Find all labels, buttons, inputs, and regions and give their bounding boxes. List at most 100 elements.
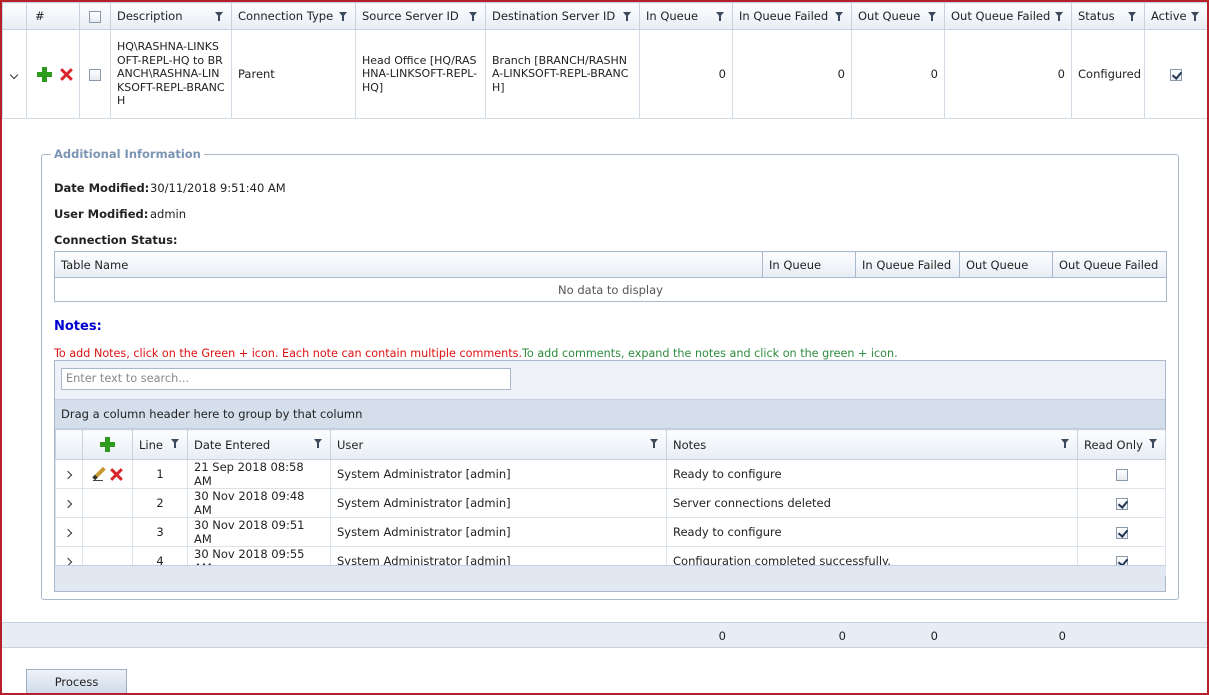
cs-col-in-queue[interactable]: In Queue bbox=[762, 251, 856, 278]
filter-icon[interactable] bbox=[314, 439, 322, 448]
col-source-server[interactable]: Source Server ID bbox=[355, 2, 486, 30]
active-checkbox[interactable] bbox=[1170, 68, 1182, 81]
col-out-queue-failed-label: Out Queue Failed bbox=[951, 9, 1051, 23]
col-description[interactable]: Description bbox=[110, 2, 232, 30]
row-select-cell bbox=[79, 29, 111, 119]
cell-line: 2 bbox=[132, 488, 188, 518]
add-note-icon[interactable] bbox=[100, 437, 115, 452]
table-row[interactable]: 1 21 Sep 2018 08:58 AM System Administra… bbox=[55, 459, 1166, 489]
row-actions bbox=[82, 488, 133, 518]
group-panel[interactable]: Drag a column header here to group by th… bbox=[55, 399, 1165, 429]
cs-col-out-queue-failed[interactable]: Out Queue Failed bbox=[1052, 251, 1167, 278]
read-only-checkbox[interactable] bbox=[1115, 497, 1128, 510]
read-only-checkbox[interactable] bbox=[1115, 526, 1128, 539]
filter-icon[interactable] bbox=[469, 12, 477, 21]
row-select-checkbox[interactable] bbox=[89, 68, 101, 81]
col-status[interactable]: Status bbox=[1071, 2, 1145, 30]
col-read-only[interactable]: Read Only bbox=[1077, 429, 1166, 460]
process-button[interactable]: Process bbox=[26, 669, 127, 693]
cs-col-table-name[interactable]: Table Name bbox=[54, 251, 763, 278]
cell-active bbox=[1144, 29, 1207, 119]
filter-icon[interactable] bbox=[1055, 12, 1063, 21]
filter-icon[interactable] bbox=[1149, 439, 1157, 448]
table-row[interactable]: 3 30 Nov 2018 09:51 AM System Administra… bbox=[55, 517, 1166, 547]
col-in-queue-failed[interactable]: In Queue Failed bbox=[732, 2, 852, 30]
cell-line: 3 bbox=[132, 517, 188, 547]
date-modified-value: 30/11/2018 9:51:40 AM bbox=[150, 181, 286, 195]
notes-add-header bbox=[82, 429, 133, 460]
filter-icon[interactable] bbox=[171, 439, 179, 448]
filter-icon[interactable] bbox=[623, 12, 631, 21]
row-actions bbox=[82, 459, 133, 489]
add-icon[interactable] bbox=[37, 66, 52, 82]
edit-icon[interactable] bbox=[92, 467, 107, 482]
search-input[interactable]: Enter text to search... bbox=[61, 368, 511, 390]
filter-icon[interactable] bbox=[1191, 12, 1199, 21]
date-modified-label: Date Modified: bbox=[54, 181, 150, 195]
expand-chevron-icon[interactable] bbox=[63, 528, 73, 538]
filter-icon[interactable] bbox=[1128, 12, 1136, 21]
col-user[interactable]: User bbox=[330, 429, 667, 460]
col-active-label: Active bbox=[1151, 9, 1187, 23]
row-expander[interactable] bbox=[55, 517, 83, 547]
cell-status: Configured bbox=[1071, 29, 1145, 119]
cell-read-only bbox=[1077, 459, 1166, 489]
cell-out-queue: 0 bbox=[851, 29, 945, 119]
col-out-queue[interactable]: Out Queue bbox=[851, 2, 945, 30]
filter-icon[interactable] bbox=[716, 12, 724, 21]
cell-source-server: Head Office [HQ/RASHNA-LINKSOFT-REPL-HQ] bbox=[355, 29, 486, 119]
notes-expand-header bbox=[55, 429, 83, 460]
select-all-header bbox=[79, 2, 111, 30]
user-modified-label: User Modified: bbox=[54, 207, 149, 221]
cell-user: System Administrator [admin] bbox=[330, 459, 667, 489]
select-all-checkbox[interactable] bbox=[89, 10, 101, 23]
cell-in-queue: 0 bbox=[639, 29, 733, 119]
col-out-queue-failed[interactable]: Out Queue Failed bbox=[944, 2, 1072, 30]
col-destination-server[interactable]: Destination Server ID bbox=[485, 2, 640, 30]
filter-icon[interactable] bbox=[215, 12, 223, 21]
expand-chevron-icon[interactable] bbox=[63, 470, 73, 480]
collapse-chevron-icon[interactable] bbox=[9, 70, 19, 80]
filter-icon[interactable] bbox=[835, 12, 843, 21]
table-row[interactable]: HQ\RASHNA-LINKSOFT-REPL-HQ to BRANCH\RAS… bbox=[2, 29, 1207, 119]
cell-line: 1 bbox=[132, 459, 188, 489]
cell-read-only bbox=[1077, 488, 1166, 518]
read-only-checkbox[interactable] bbox=[1115, 468, 1128, 481]
col-connection-type[interactable]: Connection Type bbox=[231, 2, 356, 30]
row-expander[interactable] bbox=[2, 29, 27, 119]
cs-col-out-queue[interactable]: Out Queue bbox=[959, 251, 1053, 278]
row-actions bbox=[26, 29, 80, 119]
col-line[interactable]: Line bbox=[132, 429, 188, 460]
expand-chevron-icon[interactable] bbox=[63, 499, 73, 509]
col-user-label: User bbox=[337, 437, 364, 452]
delete-icon[interactable] bbox=[110, 468, 123, 481]
row-expander[interactable] bbox=[55, 459, 83, 489]
row-actions bbox=[82, 517, 133, 547]
delete-icon[interactable] bbox=[60, 68, 73, 81]
cell-user: System Administrator [admin] bbox=[330, 517, 667, 547]
cell-date-entered: 21 Sep 2018 08:58 AM bbox=[187, 459, 331, 489]
cell-out-queue-failed: 0 bbox=[944, 29, 1072, 119]
col-active[interactable]: Active bbox=[1144, 2, 1207, 30]
connection-status-label: Connection Status: bbox=[54, 233, 178, 247]
filter-icon[interactable] bbox=[928, 12, 936, 21]
col-in-queue[interactable]: In Queue bbox=[639, 2, 733, 30]
table-row[interactable]: 2 30 Nov 2018 09:48 AM System Administra… bbox=[55, 488, 1166, 518]
connection-status-table: Table Name In Queue In Queue Failed Out … bbox=[54, 251, 1167, 302]
notes-hint-red: To add Notes, click on the Green + icon.… bbox=[54, 347, 522, 360]
cell-destination-server: Branch [BRANCH/RASHNA-LINKSOFT-REPL-BRAN… bbox=[485, 29, 640, 119]
notes-search-bar: Enter text to search... bbox=[55, 361, 1165, 399]
cell-note: Ready to configure bbox=[666, 517, 1078, 547]
cell-date-entered: 30 Nov 2018 09:48 AM bbox=[187, 488, 331, 518]
filter-icon[interactable] bbox=[1061, 439, 1069, 448]
filter-icon[interactable] bbox=[339, 12, 347, 21]
col-notes[interactable]: Notes bbox=[666, 429, 1078, 460]
cell-date-entered: 30 Nov 2018 09:51 AM bbox=[187, 517, 331, 547]
col-date-entered[interactable]: Date Entered bbox=[187, 429, 331, 460]
col-notes-label: Notes bbox=[673, 437, 707, 452]
cell-description: HQ\RASHNA-LINKSOFT-REPL-HQ to BRANCH\RAS… bbox=[110, 29, 232, 119]
cs-col-in-queue-failed[interactable]: In Queue Failed bbox=[855, 251, 960, 278]
filter-icon[interactable] bbox=[650, 439, 658, 448]
row-expander[interactable] bbox=[55, 488, 83, 518]
col-source-server-label: Source Server ID bbox=[362, 9, 459, 23]
